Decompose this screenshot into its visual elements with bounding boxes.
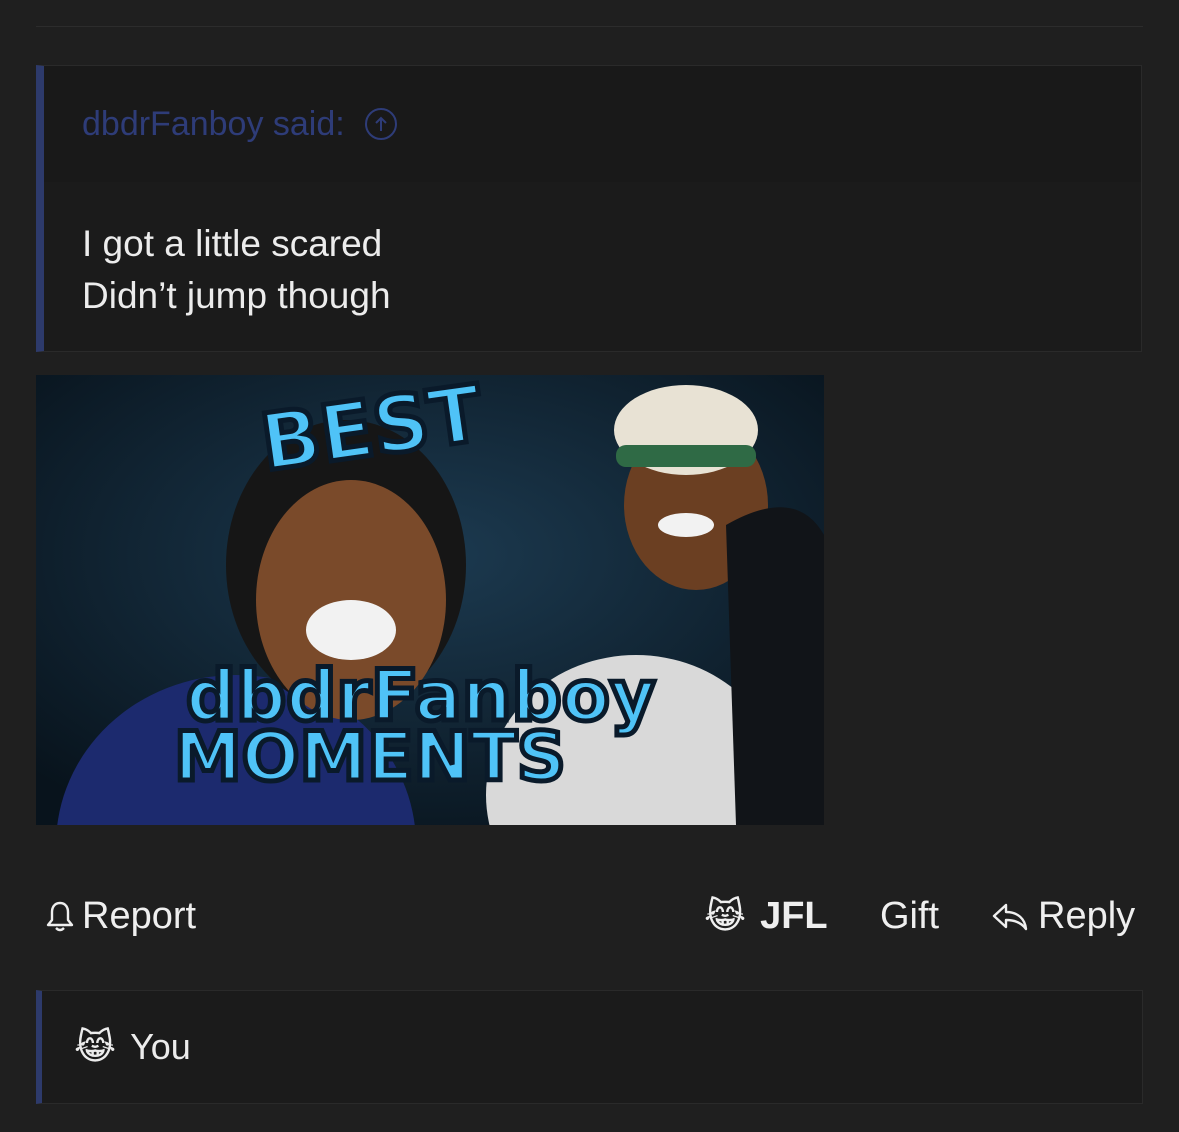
report-button[interactable]: Report	[44, 884, 196, 948]
reply-button[interactable]: Reply	[990, 884, 1135, 948]
jfl-reaction-button[interactable]: 😹 JFL	[704, 884, 828, 948]
quote-author[interactable]: dbdrFanboy said:	[82, 105, 345, 144]
bell-icon	[44, 899, 76, 933]
quote-block: dbdrFanboy said: I got a little scared D…	[36, 65, 1142, 352]
gift-label: Gift	[880, 894, 940, 937]
quote-line-2: Didn’t jump though	[82, 275, 391, 316]
thumbnail-title-moments: MOMENTS	[174, 718, 566, 797]
reply-label: Reply	[1038, 894, 1136, 937]
reactions-label: You	[130, 1026, 191, 1067]
gift-button[interactable]: Gift	[880, 884, 939, 948]
post-actions-bar: Report 😹 JFL Gift Reply	[36, 884, 1143, 948]
arrow-up-circle-icon[interactable]	[364, 108, 397, 140]
quote-header[interactable]: dbdrFanboy said:	[44, 66, 1141, 182]
joy-cat-icon: 😹	[704, 895, 747, 936]
quote-line-1: I got a little scared	[82, 223, 383, 264]
joy-cat-icon: 😹	[74, 1026, 117, 1067]
reply-arrow-icon	[990, 899, 1030, 933]
jfl-label: JFL	[760, 894, 828, 937]
quote-body: I got a little scared Didn’t jump though	[44, 182, 1141, 322]
report-label: Report	[82, 894, 197, 937]
top-divider	[36, 26, 1143, 27]
reactions-summary[interactable]: 😹 You	[36, 990, 1143, 1104]
embedded-thumbnail[interactable]: BEST dbdrFanboy MOMENTS	[36, 375, 824, 825]
